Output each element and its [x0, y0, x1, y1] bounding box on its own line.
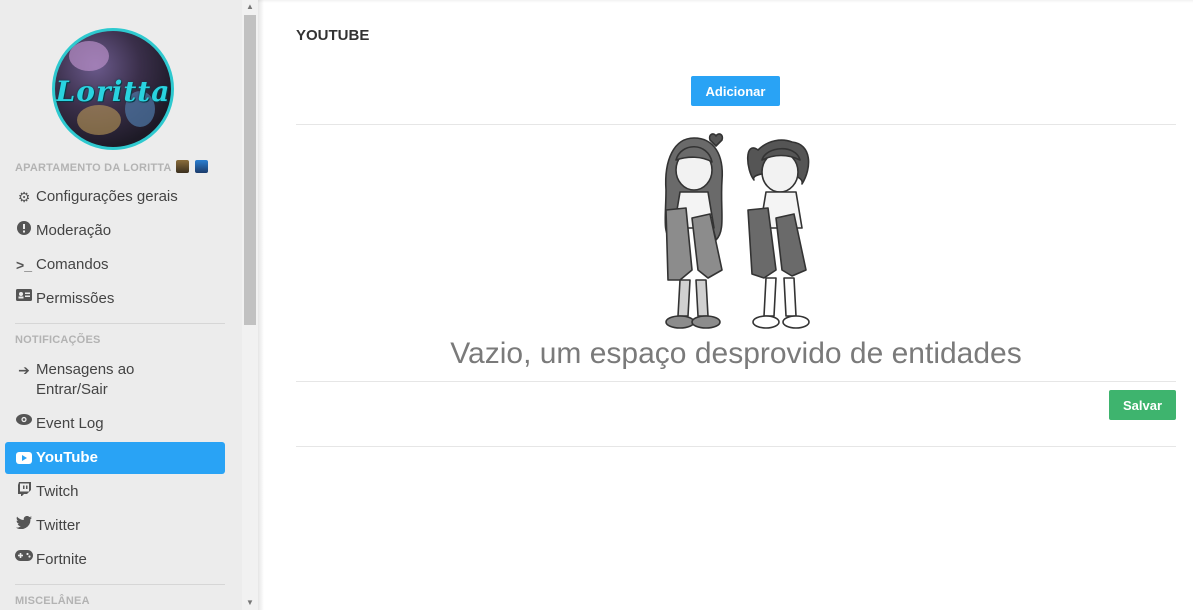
eye-icon — [15, 414, 33, 425]
sidebar-item-moderation[interactable]: Moderação — [5, 221, 225, 241]
terminal-icon: >_ — [16, 257, 32, 273]
sidebar-item-label: Mensagens ao Entrar/Sair — [36, 361, 135, 398]
sidebar-divider — [15, 323, 225, 324]
twitter-icon — [15, 516, 33, 529]
sidebar-item-general-settings[interactable]: ⚙ Configurações gerais — [5, 187, 225, 207]
building-emoji-icon — [176, 160, 190, 173]
sidebar-item-label: Configurações gerais — [36, 188, 178, 205]
add-button[interactable]: Adicionar — [691, 76, 780, 106]
id-card-icon — [15, 289, 33, 301]
city-emoji-icon — [194, 160, 208, 173]
sidebar-shadow — [258, 0, 264, 610]
twitch-icon — [15, 482, 33, 496]
server-name: APARTAMENTO DA LORITTA — [15, 160, 208, 174]
sidebar-item-label: YouTube — [36, 449, 98, 466]
content-divider — [296, 446, 1176, 447]
youtube-icon — [15, 452, 33, 464]
sidebar-item-label: Event Log — [36, 415, 104, 432]
sidebar-item-label: Comandos — [36, 256, 109, 273]
gears-icon: ⚙ — [17, 189, 31, 205]
sidebar: Loritta APARTAMENTO DA LORITTA ⚙ Configu… — [0, 0, 242, 610]
sidebar-item-label: Moderação — [36, 222, 112, 239]
sidebar-item-label: Twitch — [36, 483, 79, 500]
sidebar-item-join-leave[interactable]: ➔ Mensagens ao Entrar/Sair — [5, 360, 225, 400]
sidebar-scrollbar[interactable]: ▲ ▼ — [242, 0, 258, 610]
server-name-label: APARTAMENTO DA LORITTA — [15, 162, 172, 174]
sidebar-item-fortnite[interactable]: Fortnite — [5, 550, 225, 570]
sidebar-item-label: Permissões — [36, 290, 115, 307]
server-avatar: Loritta — [52, 28, 174, 150]
empty-state-illustration — [664, 133, 810, 329]
page-title: YOUTUBE — [296, 27, 370, 44]
scroll-down-arrow-icon[interactable]: ▼ — [242, 596, 258, 610]
sidebar-item-twitch[interactable]: Twitch — [5, 482, 225, 502]
section-title-notifications: NOTIFICAÇÕES — [15, 334, 101, 346]
sidebar-divider — [15, 584, 225, 585]
exclamation-circle-icon — [15, 221, 33, 235]
content-divider — [296, 124, 1176, 125]
section-title-misc: MISCELÂNEA — [15, 595, 90, 607]
empty-state-text: Vazio, um espaço desprovido de entidades — [450, 337, 1022, 370]
sidebar-item-twitter[interactable]: Twitter — [5, 516, 225, 536]
sidebar-item-youtube[interactable]: YouTube — [5, 442, 225, 474]
scrollbar-thumb[interactable] — [244, 15, 256, 325]
avatar-logo-text: Loritta — [55, 75, 171, 108]
sidebar-item-label: Twitter — [36, 517, 81, 534]
sidebar-item-label: Fortnite — [36, 551, 87, 568]
gamepad-icon — [15, 550, 33, 561]
content-divider — [296, 381, 1176, 382]
scroll-up-arrow-icon[interactable]: ▲ — [242, 0, 258, 14]
sidebar-item-commands[interactable]: >_ Comandos — [5, 255, 225, 275]
save-button[interactable]: Salvar — [1109, 390, 1176, 420]
sidebar-item-event-log[interactable]: Event Log — [5, 414, 225, 434]
sign-in-icon: ➔ — [18, 362, 30, 378]
sidebar-item-permissions[interactable]: Permissões — [5, 289, 225, 309]
main-content: YOUTUBE Adicionar Vazio, um espaço despr… — [296, 0, 1176, 610]
